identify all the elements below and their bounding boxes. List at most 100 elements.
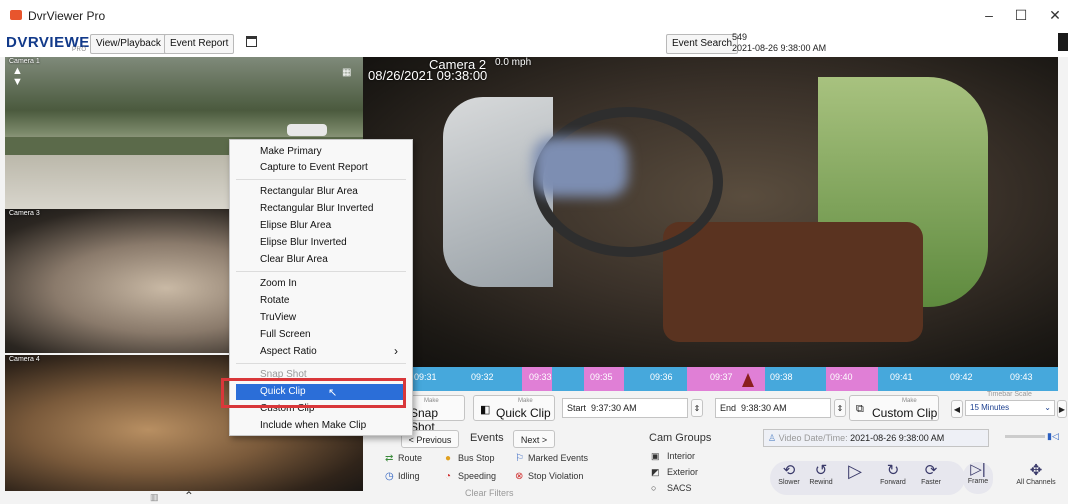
end-time-spinner[interactable]: ⇕ [834,399,846,417]
menu-item-elipse-blur-inverted[interactable]: Elipse Blur Inverted [260,237,347,248]
menu-item-include-when-make-clip[interactable]: Include when Make Clip [260,420,366,431]
custom-clip-button[interactable]: ⧉ Make Custom Clip [849,395,939,421]
event-report-button[interactable]: Event Report [164,34,235,54]
playhead-marker[interactable] [742,373,754,387]
menu-item-clear-blur-area[interactable]: Clear Blur Area [260,254,328,265]
timeline-tick: 09:43 [1010,372,1033,382]
timeline-tick: 09:42 [950,372,973,382]
volume-slider[interactable] [1005,435,1045,438]
close-button[interactable]: ✕ [1040,5,1068,25]
filter-speeding[interactable]: ◔ Speeding [445,471,496,482]
idling-icon: ◷ [385,471,394,482]
timeline-tick: 09:35 [590,372,613,382]
record-count: 549 [732,32,748,42]
timebar-scale-select[interactable]: 15 Minutes ⌄ [965,400,1055,416]
cam-group-sacs[interactable]: ○ SACS [651,483,692,493]
menu-item-rectangular-blur-area[interactable]: Rectangular Blur Area [260,186,358,197]
camera-2-speed: 0.0 mph [495,57,532,68]
all-channels-button[interactable]: ✥ All Channels [1007,463,1065,487]
seat [663,222,923,342]
play-icon: ▷ [848,461,862,481]
snap-shot-button[interactable]: Make Snap Shot [405,395,465,434]
minimize-button[interactable]: – [974,5,1004,25]
timebar-scale-next[interactable]: ▶ [1057,400,1067,418]
submenu-chevron-icon: › [394,344,398,358]
menu-separator [236,271,406,272]
menu-item-make-primary[interactable]: Make Primary [260,146,322,157]
play-button[interactable]: ▷ [843,461,867,481]
menu-item-truview[interactable]: TruView [260,312,296,323]
timeline-tick: 09:31 [414,372,437,382]
grid-layout-icon[interactable]: ▦ [342,67,351,78]
forward-button[interactable]: ↻ Forward [873,462,913,487]
side-panel-handle[interactable] [1058,33,1068,51]
filter-stop-violation[interactable]: ⊗ Stop Violation [515,471,583,482]
view-playback-button[interactable]: View/Playback [90,34,167,54]
expand-icon[interactable]: ▥ [150,492,159,502]
menu-item-capture-to-event-report[interactable]: Capture to Event Report [260,162,368,173]
custom-clip-icon: ⧉ [856,403,864,415]
menu-item-zoom-in[interactable]: Zoom In [260,278,297,289]
maximize-button[interactable]: ☐ [1006,5,1036,25]
menu-item-elipse-blur-area[interactable]: Elipse Blur Area [260,220,331,231]
forward-icon: ↻ [886,462,900,479]
chevron-down-icon: ⌄ [1044,403,1051,412]
volume-icon[interactable]: ▮◁ [1047,431,1059,442]
current-datetime: 2021-08-26 9:38:00 AM [732,43,827,53]
timebar-scale-prev[interactable]: ◀ [951,400,963,418]
speeding-icon: ◔ [445,471,452,482]
menu-item-aspect-ratio[interactable]: Aspect Ratio [260,346,317,357]
video-datetime-field: ♙ Video Date/Time: 2021-08-26 9:38:00 AM [763,429,989,447]
app-logo: DVRVIEWER PRO [6,34,102,53]
interior-icon: ▣ [651,451,660,461]
event-search-button[interactable]: Event Search [666,34,739,54]
menu-item-rotate[interactable]: Rotate [260,295,289,306]
timeline[interactable]: 09:31 09:32 09:33 09:35 09:36 09:37 09:3… [410,367,1058,391]
filter-route[interactable]: ⇄ Route [385,453,422,464]
window-title: DvrViewer Pro [28,9,106,23]
annotation-highlight-box [221,378,406,408]
cam-groups-title: Cam Groups [649,432,712,444]
faster-button[interactable]: ⟳ Faster [915,462,947,487]
swap-cameras-icon[interactable]: ▲ ▼ [12,66,23,88]
timeline-tick: 09:32 [471,372,494,382]
camera-2-timestamp: 08/26/2021 09:38:00 [368,68,488,83]
timebar-scale-label: Timebar Scale [987,391,1032,398]
events-title: Events [470,432,504,444]
user-icon: ♙ [768,433,777,443]
app-icon [10,10,22,20]
camera-1-label: Camera 1 [9,58,40,65]
quick-clip-button[interactable]: ◧ Make Quick Clip [473,395,555,421]
filter-idling[interactable]: ◷ Idling [385,471,420,482]
frame-button[interactable]: ▷| Frame [963,462,993,494]
filter-marked-events[interactable]: ⚐ Marked Events [515,453,588,464]
frame-icon: ▷| [970,461,986,478]
filter-bus-stop[interactable]: ● Bus Stop [445,453,495,464]
bus-stop-icon: ● [445,453,452,464]
toolbar: DVRVIEWER PRO View/Playback Event Report… [0,30,1068,57]
chevron-up-icon[interactable]: ⌃ [184,489,194,503]
main-camera-view[interactable]: Camera 2 0.0 mph 08/26/2021 09:38:00 [363,57,1058,367]
menu-separator [236,363,406,364]
timeline-tick: 09:41 [890,372,913,382]
start-time-spinner[interactable]: ⇕ [691,399,703,417]
sacs-icon: ○ [651,483,657,493]
next-event-button[interactable]: Next > [513,430,555,448]
start-time-field[interactable]: Start 9:37:30 AM [562,398,688,418]
calendar-icon[interactable] [246,36,257,47]
timeline-tick: 09:37 [710,372,733,382]
slower-button[interactable]: ⟲ Slower [773,463,805,487]
cam-group-interior[interactable]: ▣ Interior [651,451,695,462]
menu-item-rectangular-blur-inverted[interactable]: Rectangular Blur Inverted [260,203,373,214]
rewind-icon: ↺ [814,462,828,479]
rewind-button[interactable]: ↺ Rewind [805,462,837,487]
menu-separator [236,179,406,180]
route-icon: ⇄ [385,453,394,464]
timeline-tick: 09:36 [650,372,673,382]
timeline-tick: 09:33 [529,372,552,382]
clear-filters-button[interactable]: Clear Filters [465,488,514,498]
end-time-field[interactable]: End 9:38:30 AM [715,398,831,418]
menu-item-full-screen[interactable]: Full Screen [260,329,311,340]
faster-icon: ⟳ [924,462,938,479]
cam-group-exterior[interactable]: ◩ Exterior [651,467,698,478]
